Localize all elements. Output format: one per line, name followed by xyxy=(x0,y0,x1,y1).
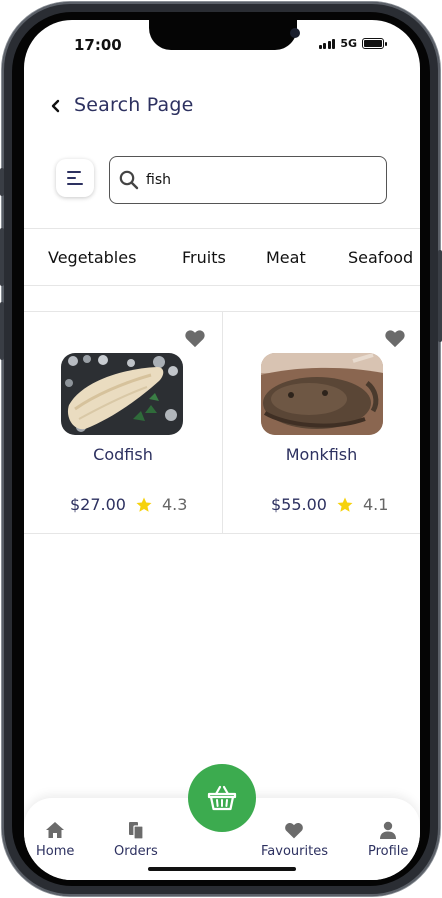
product-card-codfish[interactable]: Codfish $27.00 4.3 xyxy=(24,312,222,534)
product-rating: 4.3 xyxy=(161,495,188,514)
category-fruits[interactable]: Fruits xyxy=(182,248,226,267)
search-box[interactable] xyxy=(109,156,387,204)
favourites-icon xyxy=(285,823,304,839)
category-vegetables[interactable]: Vegetables xyxy=(48,248,136,267)
product-price: $55.00 xyxy=(271,495,327,514)
heart-icon[interactable] xyxy=(384,328,406,348)
volume-down-button xyxy=(0,302,4,360)
product-grid: Codfish $27.00 4.3 Monkfish $55.00 4.1 xyxy=(24,311,420,534)
product-card-monkfish[interactable]: Monkfish $55.00 4.1 xyxy=(222,312,420,534)
menu-icon xyxy=(67,171,81,173)
battery-icon xyxy=(362,38,387,49)
product-name: Monkfish xyxy=(285,445,358,464)
price-row: $27.00 4.3 xyxy=(70,495,187,514)
page-title: Search Page xyxy=(74,94,194,116)
category-tabs: Vegetables Fruits Meat Seafood xyxy=(24,228,420,286)
product-name: Codfish xyxy=(93,445,153,464)
nav-label-orders: Orders xyxy=(114,844,158,859)
product-price: $27.00 xyxy=(70,495,126,514)
network-label: 5G xyxy=(340,37,357,50)
codfish-image xyxy=(61,353,183,435)
notch xyxy=(149,20,300,50)
nav-label-profile: Profile xyxy=(368,844,409,859)
profile-icon xyxy=(380,821,397,839)
divider xyxy=(24,285,420,286)
cart-button[interactable] xyxy=(188,764,256,832)
menu-button[interactable] xyxy=(56,159,94,197)
app-screen: 17:00 5G Search Page Vegetables Fruits M… xyxy=(24,20,420,880)
product-rating: 4.1 xyxy=(362,495,389,514)
front-camera xyxy=(290,28,300,38)
home-icon xyxy=(46,822,65,838)
nav-favourites[interactable]: Favourites xyxy=(261,820,328,859)
status-time: 17:00 xyxy=(74,36,122,54)
nav-label-favourites: Favourites xyxy=(261,844,328,859)
orders-icon xyxy=(128,822,144,840)
search-icon xyxy=(119,170,139,190)
back-icon[interactable] xyxy=(48,94,64,118)
nav-profile[interactable]: Profile xyxy=(368,820,408,859)
home-indicator xyxy=(148,867,296,871)
star-icon xyxy=(337,497,353,512)
star-icon xyxy=(136,497,152,512)
monkfish-image xyxy=(261,353,383,435)
category-seafood[interactable]: Seafood xyxy=(348,248,413,267)
nav-home[interactable]: Home xyxy=(36,820,74,859)
heart-icon[interactable] xyxy=(184,328,206,348)
category-meat[interactable]: Meat xyxy=(266,248,306,267)
power-button xyxy=(438,250,442,342)
nav-orders[interactable]: Orders xyxy=(114,820,158,859)
basket-icon xyxy=(207,785,237,811)
signal-icon xyxy=(318,38,336,49)
volume-up-button xyxy=(0,228,4,286)
price-row: $55.00 4.1 xyxy=(271,495,388,514)
mute-switch xyxy=(0,168,4,196)
status-indicators: 5G xyxy=(318,37,387,50)
nav-label-home: Home xyxy=(36,844,75,859)
search-input[interactable] xyxy=(146,172,366,188)
